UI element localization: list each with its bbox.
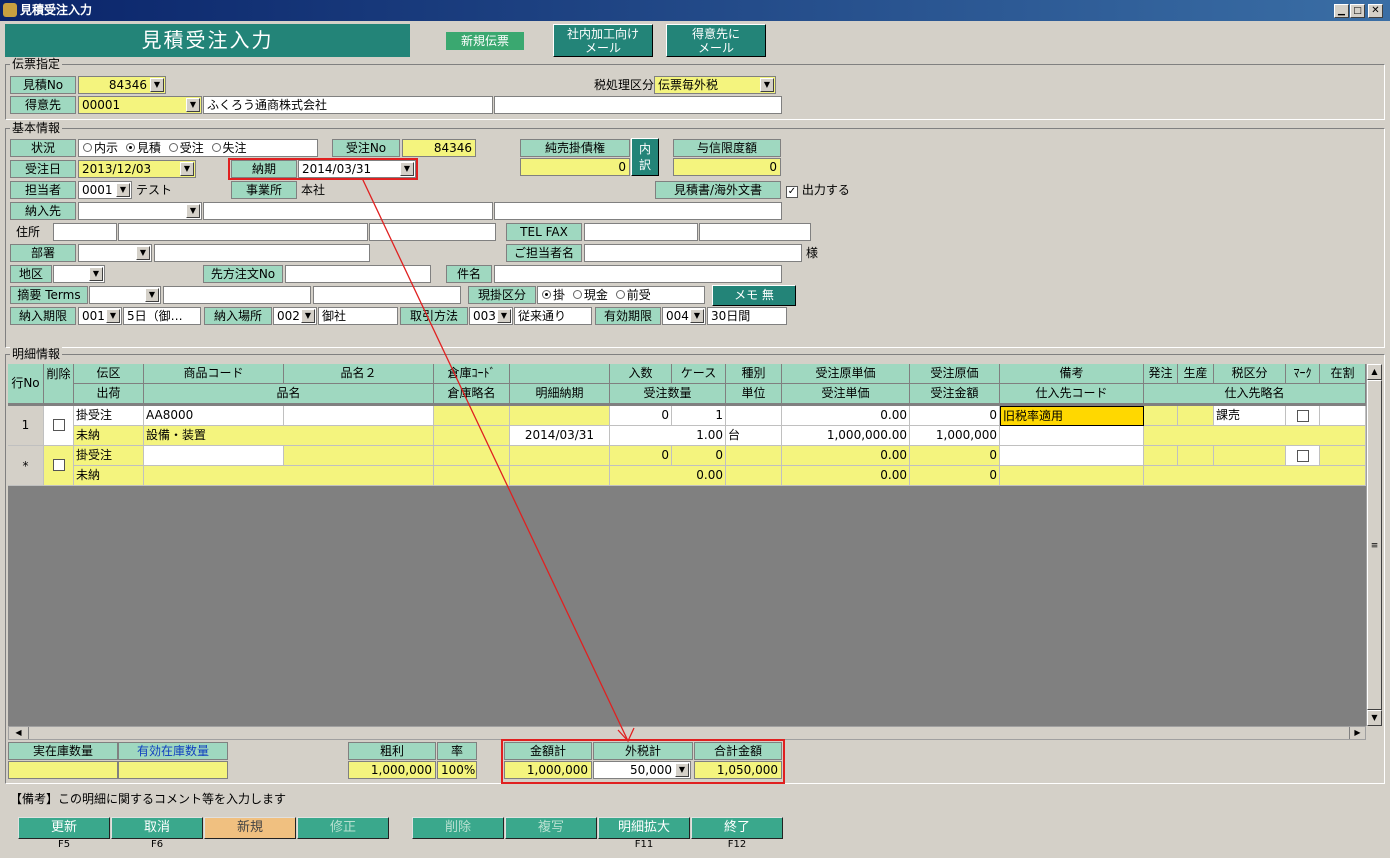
annotation-arrow	[361, 177, 635, 743]
fkey-button-2[interactable]: 取消	[111, 817, 203, 839]
arrow-head	[617, 727, 635, 743]
fkey-button-6[interactable]: 複写	[505, 817, 597, 839]
fkey-button-7[interactable]: 明細拡大	[598, 817, 690, 839]
fkey-button-8[interactable]: 終了	[691, 817, 783, 839]
fkey-shortcut-7: F11	[634, 839, 654, 850]
fkey-shortcut-8: F12	[727, 839, 747, 850]
fkey-button-4[interactable]: 修正	[297, 817, 389, 839]
fkey-button-5[interactable]: 削除	[412, 817, 504, 839]
fkey-button-3[interactable]: 新規	[204, 817, 296, 839]
fkey-shortcut-1: F5	[57, 839, 71, 850]
fkey-button-1[interactable]: 更新	[18, 817, 110, 839]
fkey-shortcut-2: F6	[150, 839, 164, 850]
arrow-line	[361, 177, 629, 742]
remarks-comment: 【備考】この明細に関するコメント等を入力します	[10, 792, 287, 806]
